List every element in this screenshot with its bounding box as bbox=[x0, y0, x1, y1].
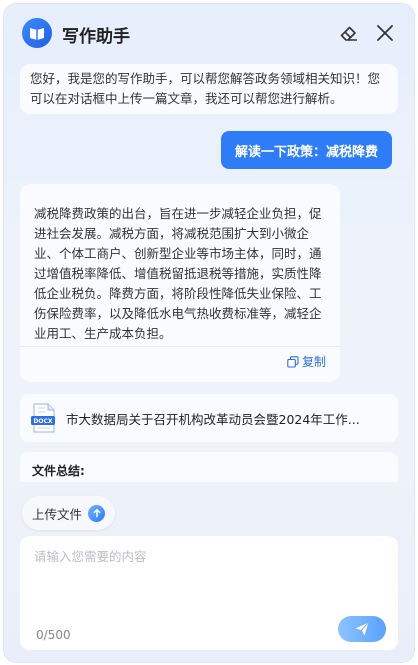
assistant-window: 写作助手 您好，我是您的写作助手，可以帮您解答政务领域相关知识！您可以在对话框中… bbox=[4, 4, 414, 662]
upload-file-button[interactable]: 上传文件 bbox=[22, 496, 116, 530]
message-composer: 0/500 bbox=[20, 536, 398, 650]
upload-icon bbox=[88, 504, 106, 522]
file-summary: 文件总结: bbox=[20, 452, 398, 482]
close-button[interactable] bbox=[374, 22, 396, 44]
char-counter: 0/500 bbox=[36, 628, 71, 642]
message-input[interactable] bbox=[20, 536, 398, 616]
copy-label: 复制 bbox=[301, 355, 326, 369]
greeting-text: 您好，我是您的写作助手，可以帮您解答政务领域相关知识！您可以在对话框中上传一篇文… bbox=[30, 71, 381, 106]
send-icon bbox=[355, 622, 369, 636]
clear-chat-button[interactable] bbox=[338, 22, 360, 44]
header: 写作助手 bbox=[4, 4, 414, 60]
copy-icon bbox=[287, 356, 299, 368]
file-summary-label: 文件总结: bbox=[32, 464, 85, 478]
document-name: 市大数据局关于召开机构改革动员会暨2024年工作... bbox=[66, 411, 360, 427]
greeting-message: 您好，我是您的写作助手，可以帮您解答政务领域相关知识！您可以在对话框中上传一篇文… bbox=[20, 64, 398, 114]
answer-message: 减税降费政策的出台，旨在进一步减轻企业负担，促进社会发展。减税方面，将减税范围扩… bbox=[20, 184, 340, 382]
upload-label: 上传文件 bbox=[32, 506, 83, 522]
eraser-icon bbox=[340, 26, 357, 41]
user-message: 解读一下政策：减税降费 bbox=[220, 131, 392, 169]
answer-divider bbox=[20, 346, 340, 347]
close-icon bbox=[377, 25, 393, 41]
docx-file-icon: DOCX bbox=[31, 403, 55, 433]
copy-button[interactable]: 复制 bbox=[287, 352, 326, 372]
docx-file-type: DOCX bbox=[33, 418, 52, 425]
page-title: 写作助手 bbox=[62, 27, 130, 47]
send-button[interactable] bbox=[338, 616, 386, 642]
answer-text: 减税降费政策的出台，旨在进一步减轻企业负担，促进社会发展。减税方面，将减税范围扩… bbox=[34, 206, 322, 341]
document-card[interactable]: DOCX 市大数据局关于召开机构改革动员会暨2024年工作... bbox=[20, 394, 398, 442]
book-logo-icon bbox=[22, 18, 52, 48]
user-message-text: 解读一下政策：减税降费 bbox=[234, 144, 378, 160]
